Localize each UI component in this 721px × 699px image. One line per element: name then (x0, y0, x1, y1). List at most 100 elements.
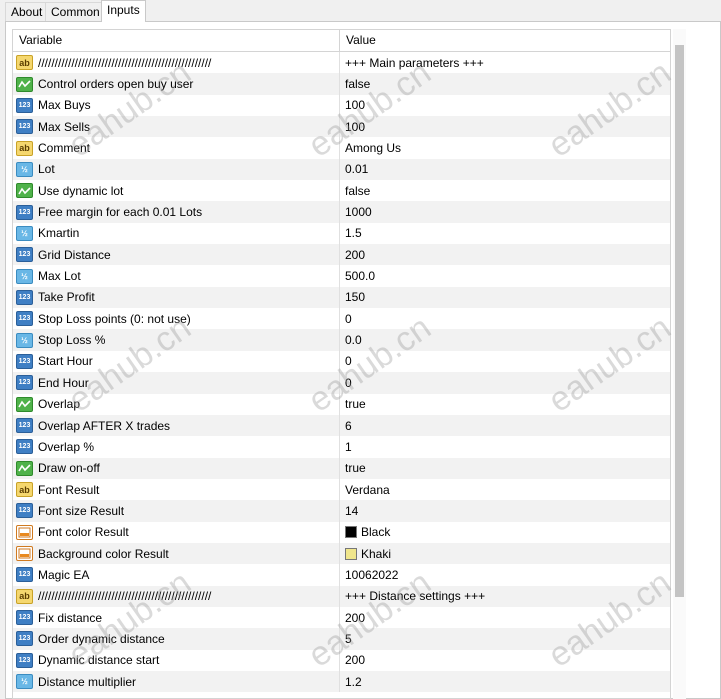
variable-value: false (345, 183, 371, 198)
table-row[interactable]: ab Font Result Verdana (13, 478, 670, 501)
value-cell[interactable]: 0 (340, 351, 670, 372)
integer-type-icon: 123 (16, 610, 33, 626)
value-cell[interactable]: 100 (340, 95, 670, 116)
variable-value: 200 (345, 247, 366, 262)
value-cell[interactable]: 0 (340, 372, 670, 393)
table-row[interactable]: ab //////////////////////////////////////… (13, 52, 670, 74)
color-swatch (345, 547, 357, 560)
column-header-variable[interactable]: Variable (13, 30, 340, 51)
value-cell[interactable]: 6 (340, 415, 670, 436)
table-row[interactable]: ab Comment Among Us (13, 137, 670, 159)
table-row[interactable]: ½ Kmartin 1.5 (13, 222, 670, 245)
value-cell[interactable]: 1 (340, 436, 670, 457)
table-row[interactable]: 123 Max Buys 100 (13, 94, 670, 117)
double-type-icon: ½ (16, 161, 33, 177)
table-row[interactable]: 123 Overlap AFTER X trades 6 (13, 414, 670, 437)
table-row[interactable]: 123 Take Profit 150 (13, 286, 670, 309)
value-cell[interactable]: 200 (340, 244, 670, 265)
table-row[interactable]: Background color Result Khaki (13, 542, 670, 565)
value-cell[interactable]: 1.2 (340, 671, 670, 692)
value-cell[interactable]: 100 (340, 116, 670, 137)
scrollbar-thumb[interactable] (675, 45, 684, 597)
tab-common[interactable]: Common (45, 2, 106, 21)
variable-cell: ½ Max Lot (13, 265, 340, 287)
double-type-icon: ½ (16, 268, 33, 284)
variable-cell: 123 Stop Loss points (0: not use) (13, 308, 340, 330)
value-cell[interactable]: +++ Main parameters +++ (340, 52, 670, 73)
value-cell[interactable]: 200 (340, 650, 670, 671)
variable-cell: 123 Start Hour (13, 350, 340, 373)
value-cell[interactable]: Verdana (340, 479, 670, 500)
variable-value: 100 (345, 98, 366, 113)
variable-cell: ½ Lot (13, 158, 340, 181)
table-row[interactable]: ½ Lot 0.01 (13, 158, 670, 181)
table-row[interactable]: 123 Dynamic distance start 200 (13, 649, 670, 671)
table-row[interactable]: ½ Stop Loss % 0.0 (13, 329, 670, 351)
variable-value: true (345, 461, 366, 476)
table-row[interactable]: ½ Max Lot 500.0 (13, 265, 670, 287)
variable-name: Lot (38, 162, 55, 177)
variable-name: Overlap AFTER X trades (38, 418, 171, 433)
variable-value: 500.0 (345, 269, 376, 284)
table-row[interactable]: Draw on-off true (13, 457, 670, 479)
table-row[interactable]: Control orders open buy user false (13, 73, 670, 95)
integer-type-icon: 123 (16, 439, 33, 455)
table-row[interactable]: 123 Grid Distance 200 (13, 244, 670, 266)
variable-cell: 123 Max Sells (13, 116, 340, 138)
value-cell[interactable]: 1.5 (340, 223, 670, 244)
table-row[interactable]: Font color Result Black (13, 521, 670, 543)
value-cell[interactable]: Khaki (340, 543, 670, 564)
variable-name: End Hour (38, 375, 89, 390)
boolean-type-icon (16, 396, 33, 412)
value-cell[interactable]: Among Us (340, 137, 670, 158)
value-cell[interactable]: +++ Distance settings +++ (340, 586, 670, 607)
table-row[interactable]: ½ Distance multiplier 1.2 (13, 670, 670, 693)
tab-about[interactable]: About (5, 2, 49, 21)
variable-name: Comment (38, 141, 91, 156)
variable-value: +++ Distance settings +++ (345, 589, 486, 604)
variable-value: 0 (345, 375, 352, 390)
variable-name: Draw on-off (38, 461, 100, 476)
variable-value: 0 (345, 354, 352, 369)
table-row[interactable]: 123 Order dynamic distance 5 (13, 628, 670, 650)
table-row[interactable]: 123 Start Hour 0 (13, 350, 670, 373)
variable-value: 1 (345, 439, 352, 454)
table-row[interactable]: 123 Free margin for each 0.01 Lots 1000 (13, 201, 670, 223)
table-row[interactable]: Use dynamic lot false (13, 180, 670, 202)
table-row[interactable]: Overlap true (13, 393, 670, 415)
boolean-type-icon (16, 183, 33, 199)
variable-name: Grid Distance (38, 247, 111, 262)
value-cell[interactable]: 0.01 (340, 159, 670, 180)
value-cell[interactable]: 500.0 (340, 265, 670, 286)
value-cell[interactable]: 0.0 (340, 329, 670, 350)
value-cell[interactable]: 150 (340, 287, 670, 308)
value-cell[interactable]: true (340, 394, 670, 415)
value-cell[interactable]: 14 (340, 500, 670, 521)
value-cell[interactable]: false (340, 180, 670, 201)
table-row[interactable]: ab //////////////////////////////////////… (13, 585, 670, 607)
value-cell[interactable]: 200 (340, 607, 670, 628)
value-cell[interactable]: true (340, 458, 670, 479)
integer-type-icon: 123 (16, 652, 33, 668)
value-cell[interactable]: 1000 (340, 201, 670, 222)
value-cell[interactable]: 10062022 (340, 564, 670, 585)
table-row[interactable]: 123 Max Sells 100 (13, 116, 670, 138)
variable-cell: ab //////////////////////////////////////… (13, 585, 340, 607)
integer-type-icon: 123 (16, 311, 33, 327)
table-row[interactable]: 123 Fix distance 200 (13, 606, 670, 629)
table-row[interactable]: 123 End Hour 0 (13, 372, 670, 394)
value-cell[interactable]: 5 (340, 628, 670, 649)
integer-type-icon: 123 (16, 247, 33, 263)
value-cell[interactable]: false (340, 73, 670, 94)
table-row[interactable]: 123 Font size Result 14 (13, 500, 670, 522)
table-row[interactable]: 123 Stop Loss points (0: not use) 0 (13, 308, 670, 330)
value-cell[interactable]: Black (340, 522, 670, 543)
table-row[interactable]: 123 Overlap % 1 (13, 436, 670, 458)
value-cell[interactable]: 0 (340, 308, 670, 329)
variable-cell: 123 Dynamic distance start (13, 649, 340, 671)
variable-value: 200 (345, 610, 366, 625)
table-row[interactable]: 123 Magic EA 10062022 (13, 564, 670, 586)
column-header-value[interactable]: Value (340, 30, 670, 51)
tab-inputs[interactable]: Inputs (101, 0, 146, 22)
variable-value: 10062022 (345, 567, 399, 582)
